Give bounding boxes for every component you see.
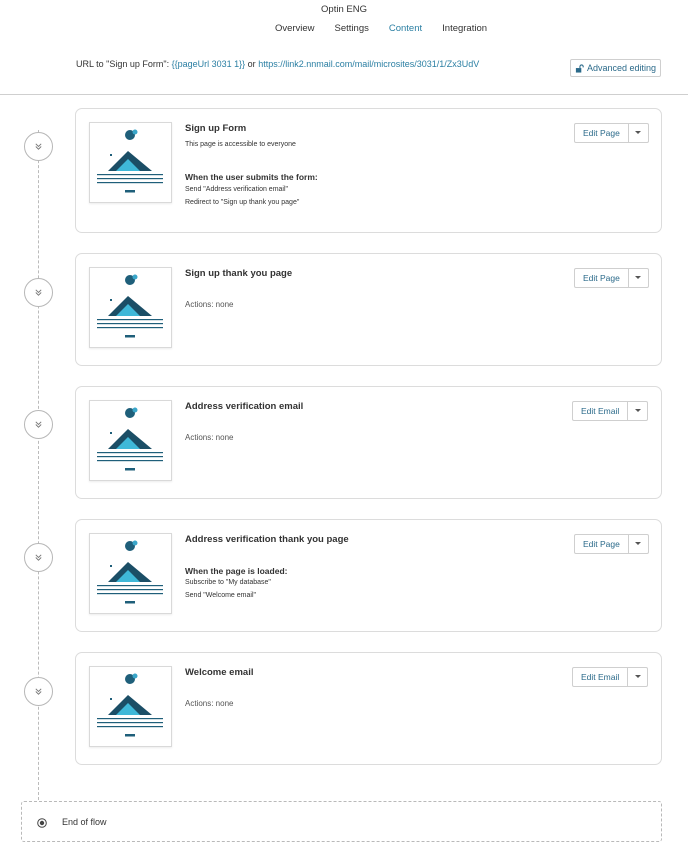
page-thumbnail <box>89 122 172 203</box>
event-action: Send "Welcome email" <box>185 592 256 599</box>
caret-down-icon <box>635 542 642 545</box>
actions-none: Actions: none <box>185 699 234 708</box>
step-card-address-verification-thank-you: Address verification thank you page When… <box>75 519 662 632</box>
step-subtitle: This page is accessible to everyone <box>185 141 296 148</box>
email-preview-icon <box>97 673 163 737</box>
step-card-welcome-email: Welcome email Actions: none Edit Email <box>75 652 662 765</box>
advanced-editing-button[interactable]: Advanced editing <box>570 59 661 77</box>
double-chevron-down-icon <box>35 143 42 150</box>
double-chevron-down-icon <box>35 554 42 561</box>
event-action: Send "Address verification email" <box>185 186 289 193</box>
tab-overview[interactable]: Overview <box>275 23 315 36</box>
placeholder-link[interactable]: {{pageUrl 3031 1}} <box>172 59 246 69</box>
step-title: Welcome email <box>185 667 254 678</box>
page-preview-icon <box>97 274 163 338</box>
edit-options-dropdown[interactable] <box>628 668 647 686</box>
end-of-flow-label: End of flow <box>62 817 107 827</box>
edit-email-split-button: Edit Email <box>572 401 649 421</box>
unlock-icon <box>575 63 584 73</box>
caret-down-icon <box>634 409 641 412</box>
edit-options-dropdown[interactable] <box>629 269 648 287</box>
edit-page-split-button: Edit Page <box>574 268 649 288</box>
double-chevron-down-icon <box>35 421 42 428</box>
tab-integration[interactable]: Integration <box>442 23 487 36</box>
step-title: Address verification email <box>185 401 304 412</box>
edit-options-dropdown[interactable] <box>629 535 648 553</box>
tab-content[interactable]: Content <box>389 23 422 36</box>
double-chevron-down-icon <box>35 688 42 695</box>
actions-none: Actions: none <box>185 433 234 442</box>
edit-email-split-button: Edit Email <box>572 667 649 687</box>
page-thumbnail <box>89 533 172 614</box>
step-toggle-2[interactable] <box>24 278 53 307</box>
email-thumbnail <box>89 400 172 481</box>
step-card-sign-up-thank-you: Sign up thank you page Actions: none Edi… <box>75 253 662 366</box>
step-toggle-5[interactable] <box>24 677 53 706</box>
advanced-editing-label: Advanced editing <box>586 63 657 73</box>
edit-email-button[interactable]: Edit Email <box>573 668 629 686</box>
event-action: Subscribe to "My database" <box>185 579 271 586</box>
url-separator: or <box>245 59 259 69</box>
event-title: When the page is loaded: <box>185 566 288 576</box>
step-title: Sign up Form <box>185 123 247 134</box>
caret-down-icon <box>635 276 642 279</box>
url-prefix: URL to "Sign up Form": <box>76 59 172 69</box>
edit-page-button[interactable]: Edit Page <box>575 124 629 142</box>
actions-none: Actions: none <box>185 300 234 309</box>
step-title: Sign up thank you page <box>185 268 293 279</box>
step-card-sign-up-form: Sign up Form This page is accessible to … <box>75 108 662 233</box>
step-toggle-4[interactable] <box>24 543 53 572</box>
page-preview-icon <box>97 129 163 193</box>
caret-down-icon <box>634 675 641 678</box>
url-info: URL to "Sign up Form": {{pageUrl 3031 1}… <box>76 59 479 69</box>
edit-page-split-button: Edit Page <box>574 534 649 554</box>
edit-email-button[interactable]: Edit Email <box>573 402 629 420</box>
email-preview-icon <box>97 407 163 471</box>
edit-page-button[interactable]: Edit Page <box>575 535 629 553</box>
edit-page-split-button: Edit Page <box>574 123 649 143</box>
event-action: Redirect to "Sign up thank you page" <box>185 199 300 206</box>
page-preview-icon <box>97 540 163 604</box>
double-chevron-down-icon <box>35 289 42 296</box>
edit-options-dropdown[interactable] <box>628 402 647 420</box>
target-icon <box>37 818 47 828</box>
step-title: Address verification thank you page <box>185 534 349 545</box>
edit-options-dropdown[interactable] <box>629 124 648 142</box>
edit-page-button[interactable]: Edit Page <box>575 269 629 287</box>
email-thumbnail <box>89 666 172 747</box>
caret-down-icon <box>635 131 642 134</box>
tab-bar: Overview Settings Content Integration <box>0 23 688 36</box>
event-title: When the user submits the form: <box>185 172 318 182</box>
header-divider <box>0 94 688 95</box>
tab-settings[interactable]: Settings <box>335 23 369 36</box>
end-of-flow: End of flow <box>21 801 662 842</box>
app-title: Optin ENG <box>321 4 367 15</box>
step-toggle-1[interactable] <box>24 132 53 161</box>
page-thumbnail <box>89 267 172 348</box>
step-toggle-3[interactable] <box>24 410 53 439</box>
step-card-address-verification-email: Address verification email Actions: none… <box>75 386 662 499</box>
microsite-url-link[interactable]: https://link2.nnmail.com/mail/microsites… <box>258 59 479 69</box>
